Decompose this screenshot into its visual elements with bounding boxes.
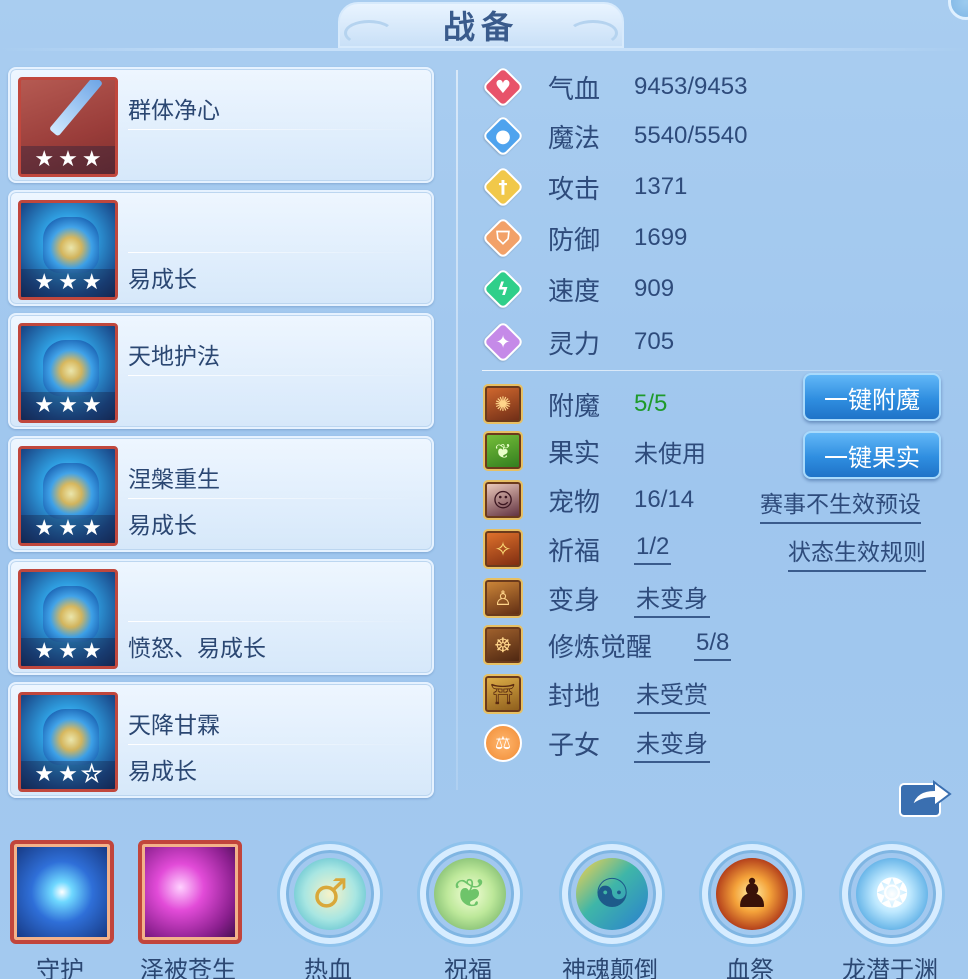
divider: [128, 621, 418, 622]
skill-name: 群体净心: [128, 98, 220, 124]
fruit-icon: ❦: [483, 431, 523, 471]
blessing-icon: ✧: [483, 529, 523, 569]
children-value-link[interactable]: 未变身: [634, 724, 710, 763]
skill-card[interactable]: ★ ★ ★ 群体净心: [8, 67, 434, 183]
crown-figure-icon: [43, 586, 99, 642]
star-rating: ★ ★ ★: [21, 392, 115, 420]
skill-thumbnail: ★ ★ ★: [18, 200, 118, 300]
stat-row-attack: † 攻击 1371: [481, 164, 687, 210]
soul-icon: ☯: [576, 858, 648, 930]
star-rating: ★ ★ ★: [21, 761, 115, 789]
stat-row-mp: ● 魔法 5540/5540: [481, 113, 747, 159]
row-fruit: ❦ 果实 未使用: [482, 428, 706, 474]
event-preset-link[interactable]: 赛事不生效预设: [760, 485, 921, 524]
pet-value: 16/14: [634, 486, 695, 513]
share-icon[interactable]: [898, 772, 952, 818]
skill-card[interactable]: ★ ★ ★ 天降甘霖 易成长: [8, 682, 434, 798]
guardian-figure-icon: [43, 340, 99, 396]
scroll-ornament-icon: [344, 20, 394, 46]
blessing-leaf-icon: ❦: [434, 858, 506, 930]
divider: [128, 744, 418, 745]
palm-orb-icon: [138, 840, 242, 944]
skill-trait: 易成长: [128, 513, 197, 539]
status-rules-link[interactable]: 状态生效规则: [788, 533, 926, 572]
row-pet: ☺ 宠物 16/14: [482, 477, 694, 523]
star-rating: ★ ★ ★: [21, 638, 115, 666]
blessing-value-link[interactable]: 1/2: [634, 533, 672, 565]
skill-card[interactable]: ★ ★ ★ 天地护法: [8, 313, 434, 429]
row-blessing: ✧ 祈福 1/2: [482, 526, 672, 572]
skill-card[interactable]: ★ ★ ★ 愤怒、易成长: [8, 559, 434, 675]
rain-figure-icon: [43, 709, 99, 765]
skill-name: 天降甘霖: [128, 713, 220, 739]
enchant-value: 5/5: [634, 390, 668, 417]
stat-row-speed: ϟ 速度 909: [481, 266, 674, 312]
star-rating: ★ ★ ★: [21, 269, 115, 297]
star-rating: ★ ★ ★: [21, 146, 115, 174]
divider: [128, 129, 418, 130]
one-click-fruit-button[interactable]: 一键果实: [803, 431, 941, 479]
stat-row-spirit: ✦ 灵力 705: [481, 319, 674, 365]
skill-thumbnail: ★ ★ ★: [18, 569, 118, 669]
skill-bar: 守护 泽被苍生 ♂ 热血 ❦ 祝福 ☯ 神魂颠倒 ♟ 血祭 ❂ 龙潜于渊: [0, 834, 968, 979]
skill-thumbnail: ★ ★ ★: [18, 323, 118, 423]
lightning-icon: ϟ: [481, 267, 525, 311]
sword-icon: [48, 80, 104, 137]
phoenix-figure-icon: [43, 463, 99, 519]
skill-thumbnail: ★ ★ ★: [18, 446, 118, 546]
blood-sacrifice-icon: ♟: [716, 858, 788, 930]
skill-trait: 易成长: [128, 759, 197, 785]
row-enchant: ✺ 附魔 5/5: [482, 381, 667, 427]
divider: [128, 252, 418, 253]
scroll-ornament-icon: [568, 20, 618, 46]
skill-name: 天地护法: [128, 344, 220, 370]
skill-card[interactable]: ★ ★ ★ 涅槃重生 易成长: [8, 436, 434, 552]
skill-trait: 愤怒、易成长: [128, 636, 266, 662]
spirit-icon: ✦: [481, 320, 525, 364]
row-cultivation: ☸ 修炼觉醒 5/8: [482, 622, 732, 668]
enchant-icon: ✺: [483, 384, 523, 424]
stat-row-defense: ⛉ 防御 1699: [481, 215, 687, 261]
fief-value-link[interactable]: 未受赏: [634, 675, 710, 714]
shield-icon: ⛉: [481, 216, 525, 260]
skill-card[interactable]: ★ ★ ★ 易成长: [8, 190, 434, 306]
close-orb-icon[interactable]: [948, 0, 968, 20]
guard-star-icon: [10, 840, 114, 944]
divider: [128, 498, 418, 499]
sword-icon: †: [481, 165, 525, 209]
skill-name: 涅槃重生: [128, 467, 220, 493]
title-plate: 战备: [338, 2, 624, 48]
spirit-figure-icon: [43, 217, 99, 273]
divider: [128, 375, 418, 376]
row-fief: ⛩ 封地 未受赏: [482, 671, 710, 717]
transform-icon: ♙: [483, 578, 523, 618]
title-underline: [0, 48, 968, 51]
dragon-icon: ❂: [856, 858, 928, 930]
fruit-value: 未使用: [634, 440, 706, 468]
gate-icon: ⛩: [483, 674, 523, 714]
cultivation-value-link[interactable]: 5/8: [694, 629, 732, 661]
stat-row-hp: ♥ 气血 9453/9453: [481, 64, 747, 110]
children-icon: ⚖: [484, 724, 522, 762]
row-children: ⚖ 子女 未变身: [482, 720, 710, 766]
meditation-icon: ☸: [483, 625, 523, 665]
mana-icon: ●: [481, 114, 525, 158]
star-rating: ★ ★ ★: [21, 515, 115, 543]
column-divider: [456, 70, 458, 790]
one-click-enchant-button[interactable]: 一键附魔: [803, 373, 941, 421]
skill-thumbnail: ★ ★ ★: [18, 77, 118, 177]
heart-icon: ♥: [481, 65, 525, 109]
row-transform: ♙ 变身 未变身: [482, 575, 710, 621]
page-title: 战备: [442, 8, 519, 46]
skill-trait: 易成长: [128, 267, 197, 293]
divider: [482, 370, 942, 371]
skill-thumbnail: ★ ★ ★: [18, 692, 118, 792]
transform-value-link[interactable]: 未变身: [634, 579, 710, 618]
pet-portrait-icon[interactable]: ☺: [483, 480, 523, 520]
hot-blood-icon: ♂: [294, 858, 366, 930]
